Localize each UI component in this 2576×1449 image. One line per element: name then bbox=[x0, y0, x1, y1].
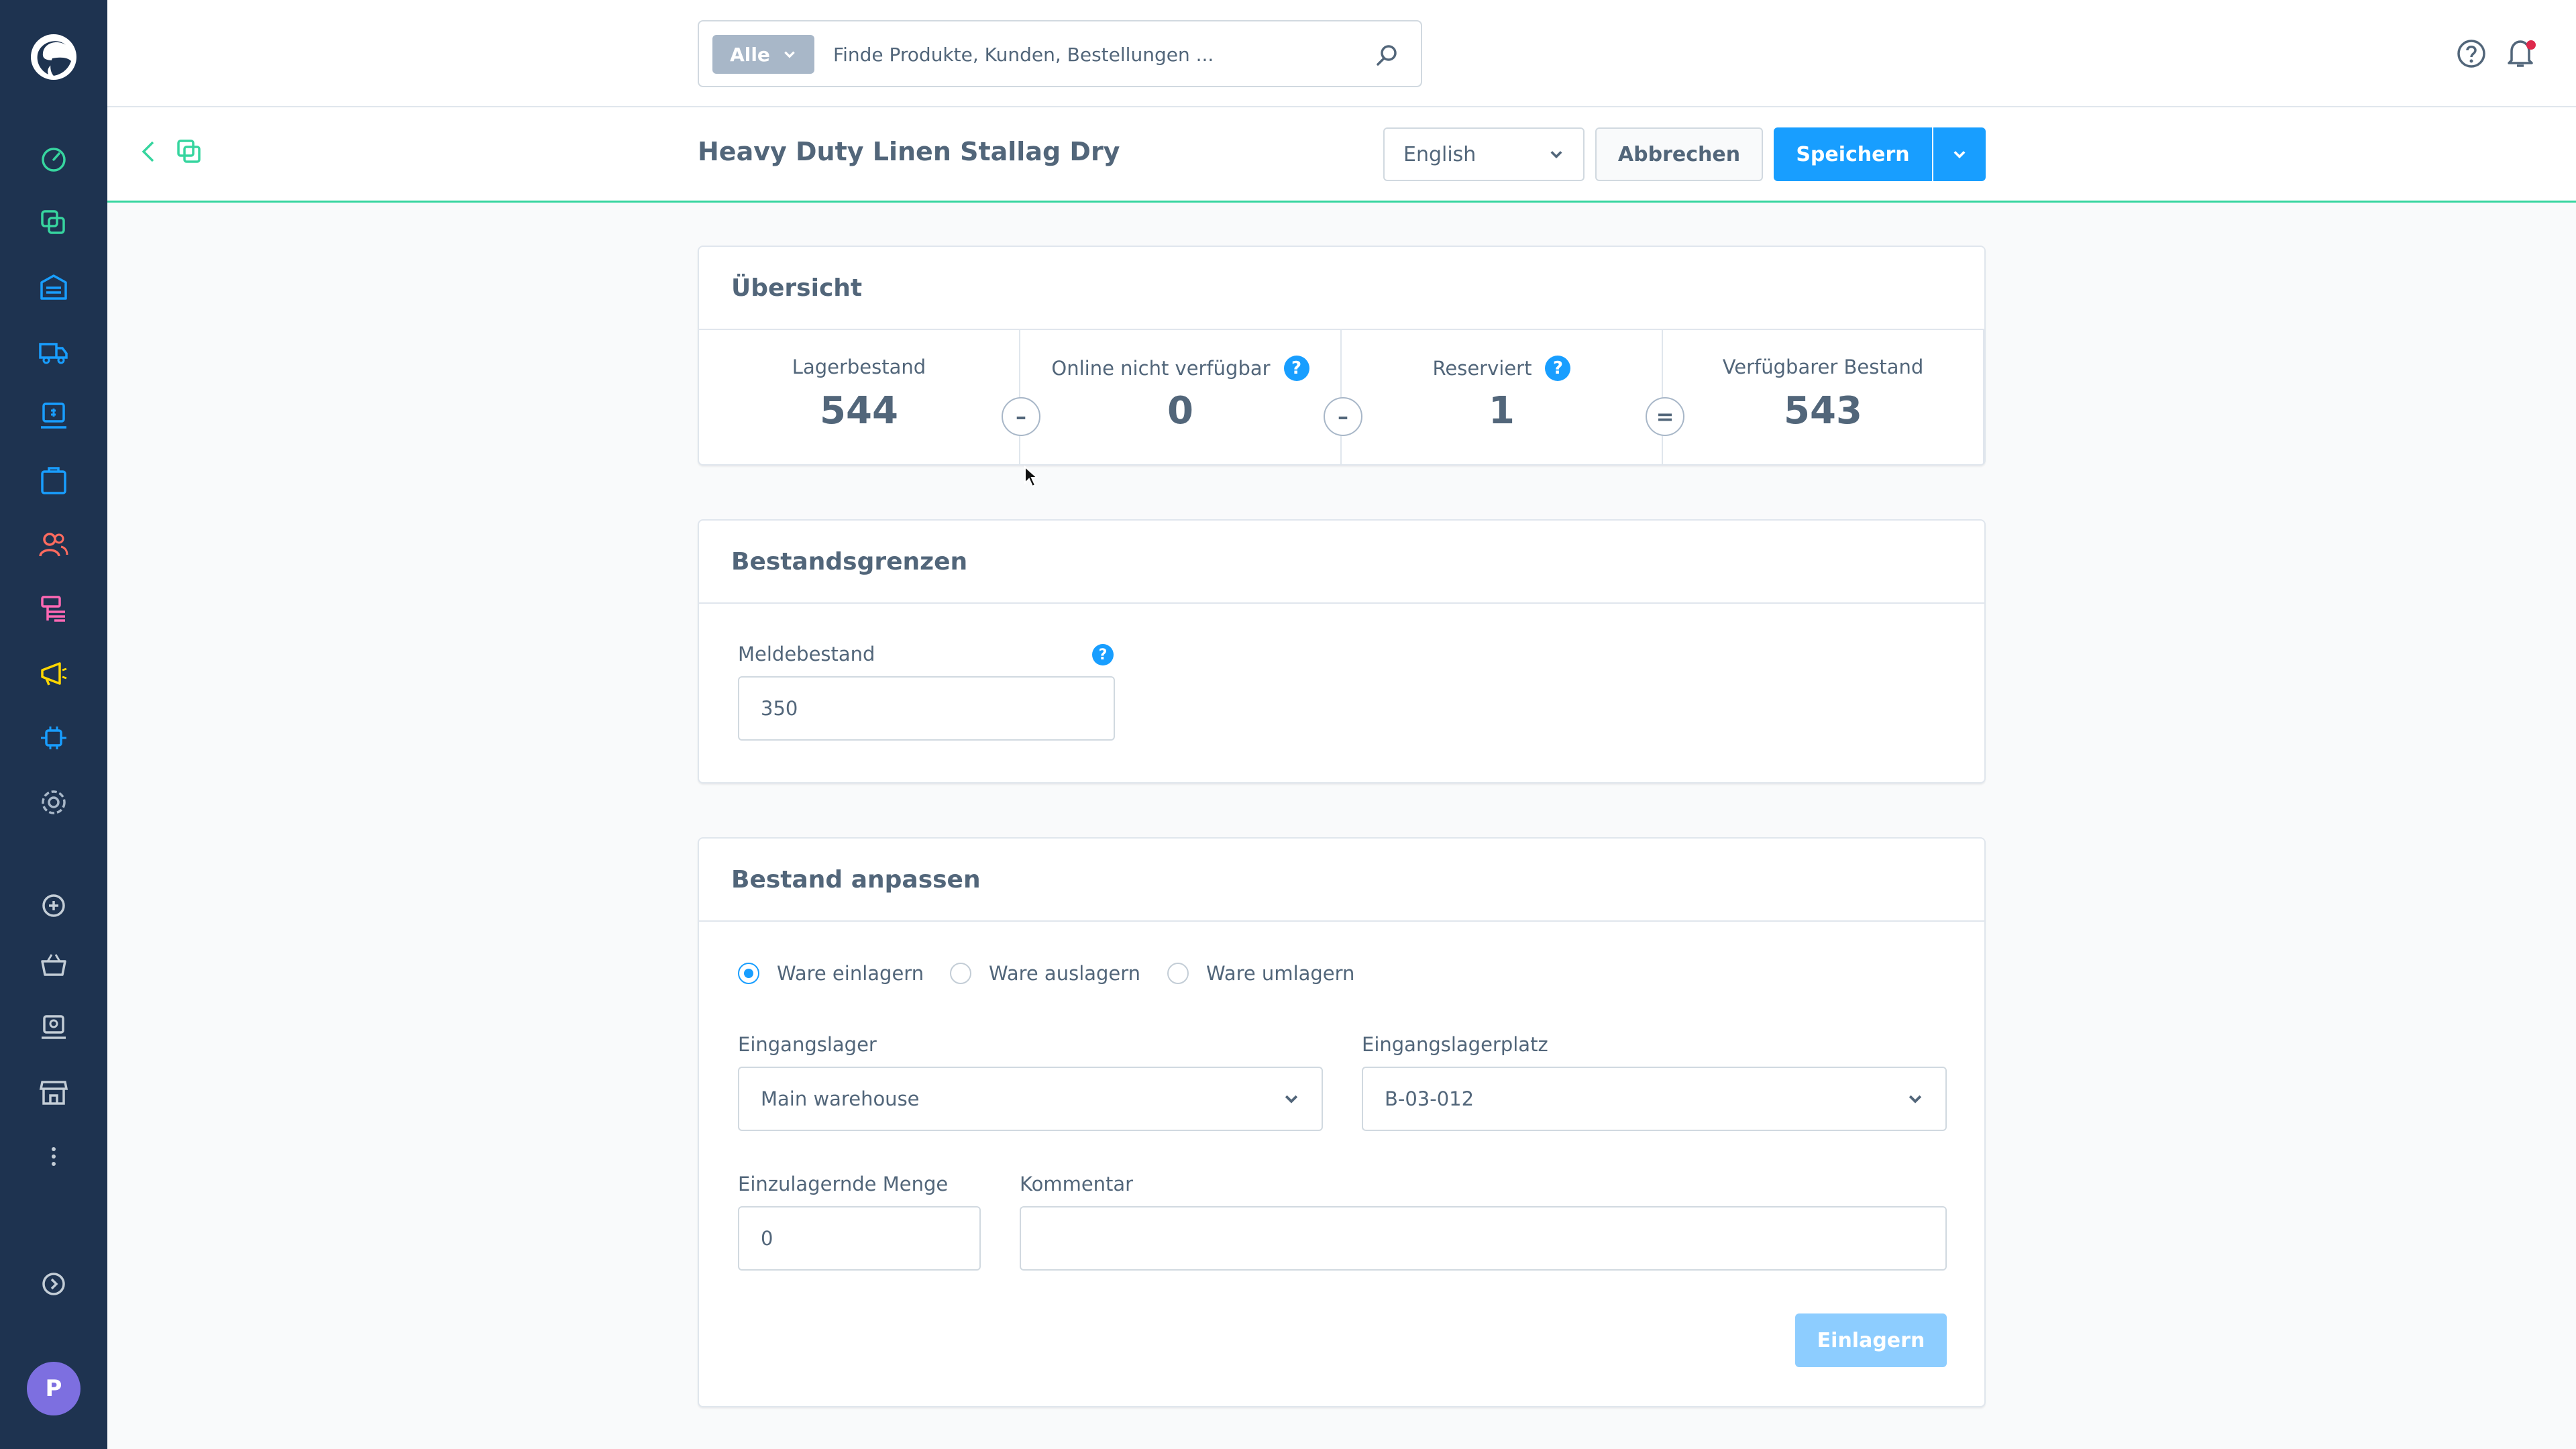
overview-stats: Lagerbestand 544 Online nicht verfügbar?… bbox=[699, 330, 1984, 464]
radio-checked-icon[interactable] bbox=[738, 963, 759, 984]
reserved-cell: Reserviert? 1 bbox=[1342, 330, 1663, 464]
help-question-icon[interactable]: ? bbox=[1283, 356, 1309, 381]
settings-icon[interactable] bbox=[36, 785, 71, 820]
available-value: 543 bbox=[1784, 389, 1862, 433]
orders-icon[interactable] bbox=[36, 463, 71, 498]
warehouse-icon[interactable] bbox=[36, 270, 71, 305]
store-icon[interactable] bbox=[36, 1075, 71, 1110]
reserved-label: Reserviert bbox=[1432, 357, 1532, 380]
content-icon[interactable] bbox=[36, 592, 71, 627]
stock-label: Lagerbestand bbox=[792, 356, 926, 378]
marketing-icon[interactable] bbox=[36, 656, 71, 691]
comment-input[interactable] bbox=[1020, 1206, 1947, 1271]
search-scope-label: Alle bbox=[730, 43, 770, 66]
shopware-logo-icon[interactable] bbox=[27, 30, 80, 84]
available-label: Verfügbarer Bestand bbox=[1722, 356, 1924, 378]
extensions-icon[interactable] bbox=[36, 720, 71, 755]
register-icon[interactable] bbox=[36, 1010, 71, 1045]
radio-store-label: Ware einlagern bbox=[777, 962, 924, 985]
delivery-icon[interactable] bbox=[36, 334, 71, 369]
smart-bar: Heavy Duty Linen Stallag Dry English Abb… bbox=[107, 107, 2576, 203]
cancel-button[interactable]: Abbrechen bbox=[1595, 127, 1763, 181]
search-input[interactable] bbox=[833, 28, 1370, 80]
radio-unchecked-icon[interactable] bbox=[1167, 963, 1189, 984]
reorder-input[interactable] bbox=[738, 676, 1115, 741]
search-scope-button[interactable]: Alle bbox=[712, 35, 814, 74]
back-arrow-icon[interactable] bbox=[134, 137, 164, 166]
equals-operator: = bbox=[1646, 397, 1684, 436]
topbar: Alle bbox=[107, 0, 2576, 107]
stock-limits-title: Bestandsgrenzen bbox=[699, 521, 1984, 604]
overview-title: Übersicht bbox=[699, 247, 1984, 330]
basket-icon[interactable] bbox=[36, 947, 71, 982]
language-value: English bbox=[1403, 142, 1477, 166]
store-goods-button[interactable]: Einlagern bbox=[1795, 1313, 1947, 1367]
reserved-value: 1 bbox=[1489, 389, 1515, 433]
radio-move-goods[interactable]: Ware umlagern bbox=[1167, 962, 1354, 985]
bin-select[interactable]: B-03-012 bbox=[1362, 1067, 1947, 1131]
unavailable-cell: Online nicht verfügbar? 0 bbox=[1020, 330, 1342, 464]
customers-icon[interactable] bbox=[36, 527, 71, 562]
duplicate-icon[interactable] bbox=[174, 137, 204, 166]
unavailable-value: 0 bbox=[1167, 389, 1193, 433]
available-cell: Verfügbarer Bestand 543 bbox=[1663, 330, 1984, 464]
add-icon[interactable] bbox=[36, 888, 71, 923]
warehouse-value: Main warehouse bbox=[761, 1087, 920, 1110]
avatar[interactable]: P bbox=[27, 1362, 80, 1415]
mouse-cursor-icon bbox=[1024, 466, 1038, 488]
notification-badge bbox=[2526, 40, 2536, 50]
reorder-label: Meldebestand bbox=[738, 643, 875, 665]
comment-label: Kommentar bbox=[1020, 1173, 1134, 1195]
catalogue-icon[interactable] bbox=[36, 205, 71, 240]
stock-cell: Lagerbestand 544 bbox=[699, 330, 1020, 464]
language-select[interactable]: English bbox=[1383, 127, 1585, 181]
chevron-down-icon bbox=[784, 51, 795, 58]
stock-value: 544 bbox=[820, 389, 898, 433]
chevron-down-icon bbox=[1909, 1095, 1922, 1104]
bin-label: Eingangslagerplatz bbox=[1362, 1033, 1548, 1056]
expand-sidebar-icon[interactable] bbox=[36, 1267, 71, 1301]
minus-operator: – bbox=[1002, 397, 1040, 436]
sidebar: P bbox=[0, 0, 107, 1449]
minus-operator: – bbox=[1324, 397, 1362, 436]
dashboard-icon[interactable] bbox=[36, 141, 71, 176]
radio-remove-label: Ware auslagern bbox=[989, 962, 1141, 985]
warehouse-label: Eingangslager bbox=[738, 1033, 877, 1056]
quantity-label: Einzulagernde Menge bbox=[738, 1173, 949, 1195]
adjust-stock-title: Bestand anpassen bbox=[699, 839, 1984, 922]
help-question-icon[interactable]: ? bbox=[1092, 644, 1114, 665]
stock-limits-card: Bestandsgrenzen Meldebestand ? bbox=[698, 519, 1986, 784]
search-bar: Alle bbox=[698, 20, 1422, 87]
page-title: Heavy Duty Linen Stallag Dry bbox=[698, 137, 1120, 166]
radio-store-goods[interactable]: Ware einlagern bbox=[738, 962, 924, 985]
unavailable-label: Online nicht verfügbar bbox=[1051, 357, 1271, 380]
radio-remove-goods[interactable]: Ware auslagern bbox=[950, 962, 1140, 985]
save-options-button[interactable] bbox=[1933, 127, 1986, 181]
chevron-down-icon bbox=[1285, 1095, 1298, 1104]
radio-move-label: Ware umlagern bbox=[1206, 962, 1355, 985]
help-question-icon[interactable]: ? bbox=[1545, 356, 1571, 381]
radio-unchecked-icon[interactable] bbox=[950, 963, 971, 984]
adjust-stock-card: Bestand anpassen Ware einlagern Ware aus… bbox=[698, 837, 1986, 1407]
quantity-input[interactable] bbox=[738, 1206, 981, 1271]
overview-card: Übersicht Lagerbestand 544 Online nicht … bbox=[698, 246, 1986, 466]
pos-icon[interactable] bbox=[36, 398, 71, 433]
more-icon[interactable] bbox=[36, 1139, 71, 1174]
bin-value: B-03-012 bbox=[1385, 1087, 1474, 1110]
warehouse-select[interactable]: Main warehouse bbox=[738, 1067, 1323, 1131]
chevron-down-icon bbox=[1550, 151, 1562, 159]
help-icon[interactable] bbox=[2455, 38, 2487, 70]
chevron-down-icon bbox=[1953, 151, 1966, 159]
save-button[interactable]: Speichern bbox=[1774, 127, 1932, 181]
search-icon[interactable] bbox=[1374, 42, 1401, 68]
